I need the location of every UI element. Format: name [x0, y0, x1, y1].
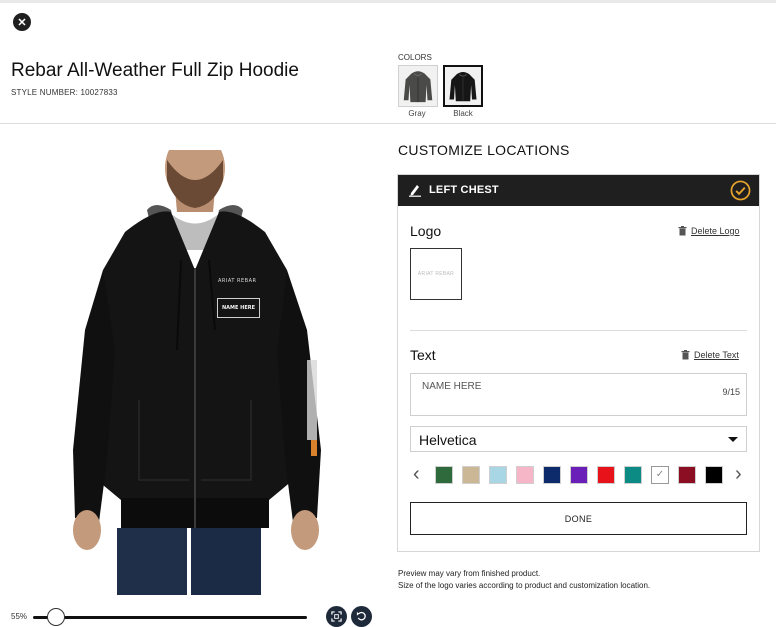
colors-label: COLORS — [398, 53, 432, 62]
zoom-level: 55% — [11, 612, 28, 621]
thread-color-chip[interactable] — [489, 466, 507, 484]
delete-text-link[interactable]: Delete Text — [681, 350, 739, 360]
color-prev-arrow-icon[interactable]: ‹ — [413, 464, 420, 484]
thread-color-chip[interactable] — [516, 466, 534, 484]
chest-brand-text: ARIAT REBAR — [218, 278, 257, 284]
product-title: Rebar All-Weather Full Zip Hoodie — [11, 60, 299, 81]
zoom-slider-track[interactable] — [33, 616, 307, 619]
delete-text-label: Delete Text — [694, 350, 739, 360]
character-counter: 9/15 — [722, 387, 740, 397]
gray-hoodie-thumbnail — [399, 66, 437, 106]
reset-icon[interactable] — [351, 606, 372, 627]
thread-color-chip[interactable]: ✓ — [651, 466, 669, 484]
custom-text-input[interactable]: NAME HERE 9/15 — [410, 373, 747, 416]
disclaimer-line-2: Size of the logo varies according to pro… — [398, 581, 651, 590]
pen-icon — [409, 185, 421, 197]
section-divider — [410, 330, 747, 331]
chest-text-preview: NAME HERE — [221, 305, 256, 311]
logo-preview-text: ARIAT REBAR — [417, 271, 455, 277]
location-label: LEFT CHEST — [429, 184, 499, 196]
done-button[interactable]: DONE — [410, 502, 747, 535]
text-section-label: Text — [410, 347, 436, 363]
thread-color-chip[interactable] — [597, 466, 615, 484]
color-label-gray: Gray — [408, 109, 426, 118]
delete-logo-link[interactable]: Delete Logo — [678, 226, 740, 236]
thread-color-chip[interactable] — [435, 466, 453, 484]
custom-text-value: NAME HERE — [422, 381, 482, 392]
header-divider — [0, 123, 776, 124]
disclaimer-line-1: Preview may vary from finished product. — [398, 569, 541, 578]
customize-locations-title: CUSTOMIZE LOCATIONS — [398, 142, 570, 158]
color-swatch-black[interactable] — [443, 65, 483, 107]
product-preview-image: ARIAT REBAR NAME HERE — [55, 150, 345, 595]
check-circle-icon — [730, 180, 751, 201]
color-swatch-gray[interactable] — [398, 65, 438, 107]
fit-to-screen-icon[interactable] — [326, 606, 347, 627]
font-select-value: Helvetica — [419, 432, 477, 448]
style-number: STYLE NUMBER: 10027833 — [11, 88, 118, 97]
top-border — [0, 0, 776, 3]
logo-section-label: Logo — [410, 223, 442, 239]
thread-color-chip[interactable] — [543, 466, 561, 484]
thread-color-chip[interactable] — [624, 466, 642, 484]
font-select[interactable]: Helvetica — [410, 426, 747, 452]
chevron-down-icon — [728, 437, 738, 442]
thread-color-chip[interactable] — [462, 466, 480, 484]
black-hoodie-thumbnail — [445, 67, 481, 105]
color-next-arrow-icon[interactable]: › — [735, 464, 742, 484]
customize-panel: LEFT CHEST Logo Delete Logo ARIAT REBAR … — [397, 174, 760, 552]
thread-color-chip[interactable] — [570, 466, 588, 484]
color-label-black: Black — [453, 109, 473, 118]
logo-preview-box[interactable]: ARIAT REBAR — [410, 248, 462, 300]
chest-text-placement[interactable]: NAME HERE — [217, 298, 260, 318]
zoom-slider-thumb[interactable] — [47, 608, 65, 626]
close-icon[interactable]: ✕ — [13, 13, 31, 31]
thread-color-chip[interactable] — [705, 466, 723, 484]
trash-icon — [681, 350, 690, 360]
trash-icon — [678, 226, 687, 236]
selected-check-icon: ✓ — [655, 469, 665, 480]
thread-color-chip[interactable] — [678, 466, 696, 484]
location-header-left-chest[interactable]: LEFT CHEST — [398, 175, 759, 206]
delete-logo-label: Delete Logo — [691, 226, 740, 236]
